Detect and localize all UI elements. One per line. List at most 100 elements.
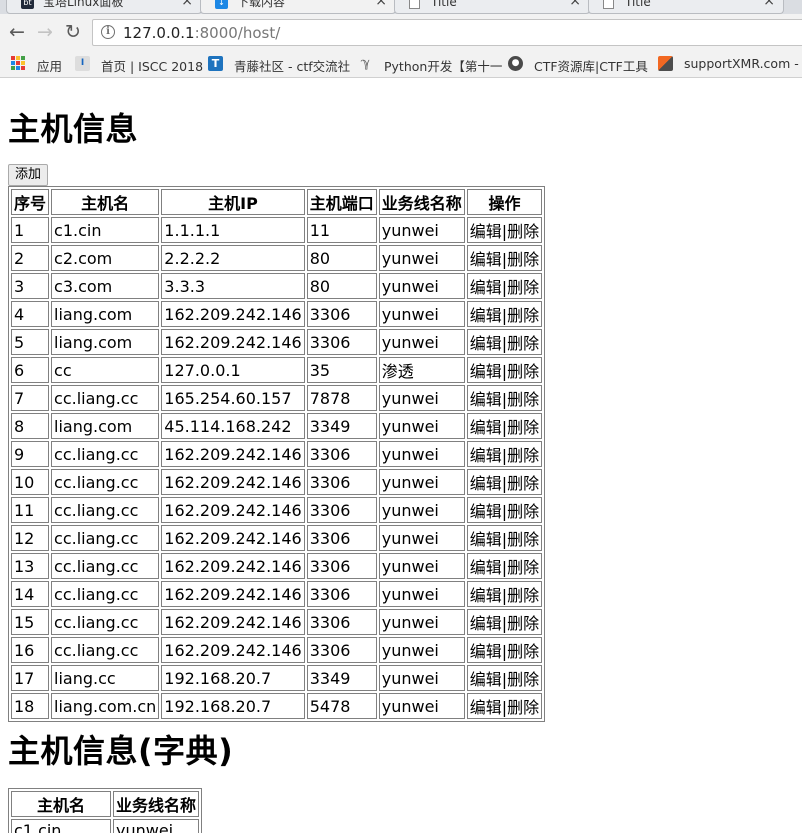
edit-link[interactable]: 编辑	[470, 614, 502, 633]
page-content: 主机信息 添加 序号 主机名 主机IP 主机端口 业务线名称 操作 1 c1.ci…	[0, 78, 802, 833]
cell-actions: 编辑|删除	[466, 469, 543, 495]
delete-link[interactable]: 删除	[507, 530, 539, 549]
cell-hostname: liang.com	[51, 413, 160, 439]
cell-index: 10	[11, 469, 50, 495]
edit-link[interactable]: 编辑	[470, 446, 502, 465]
delete-link[interactable]: 删除	[507, 418, 539, 437]
cell-host-port: 3306	[306, 469, 377, 495]
tab-title-1[interactable]: Title ×	[394, 0, 590, 14]
reload-icon[interactable]: ↻	[61, 20, 85, 44]
close-icon[interactable]: ×	[569, 0, 581, 8]
table-row: 3 c3.com 3.3.3 80 yunwei 编辑|删除	[11, 273, 543, 299]
cell-hostname: liang.com	[51, 301, 160, 327]
table-row: 14 cc.liang.cc 162.209.242.146 3306 yunwei 编辑…	[11, 581, 543, 607]
delete-link[interactable]: 删除	[507, 670, 539, 689]
cell-host-ip: 162.209.242.146	[161, 469, 305, 495]
table-row: 13 cc.liang.cc 162.209.242.146 3306 yunwei 编辑…	[11, 553, 543, 579]
browser-toolbar: ← → ↻ i 127.0.0.1:8000/host/	[0, 14, 802, 50]
edit-link[interactable]: 编辑	[470, 278, 502, 297]
cell-host-ip: 162.209.242.146	[161, 497, 305, 523]
cell-host-port: 5478	[306, 693, 377, 719]
edit-link[interactable]: 编辑	[470, 698, 502, 717]
delete-link[interactable]: 删除	[507, 698, 539, 717]
cell-host-port: 3306	[306, 497, 377, 523]
forward-arrow-icon[interactable]: →	[33, 20, 57, 44]
cell-actions: 编辑|删除	[466, 609, 543, 635]
delete-link[interactable]: 删除	[507, 642, 539, 661]
delete-link[interactable]: 删除	[507, 250, 539, 269]
back-arrow-icon[interactable]: ←	[5, 20, 29, 44]
cell-hostname: c1.cin	[51, 217, 160, 243]
address-bar[interactable]: i 127.0.0.1:8000/host/	[92, 19, 802, 46]
url-host: 127.0.0.1	[123, 24, 195, 42]
delete-link[interactable]: 删除	[507, 558, 539, 577]
delete-link[interactable]: 删除	[507, 614, 539, 633]
edit-link[interactable]: 编辑	[470, 250, 502, 269]
edit-link[interactable]: 编辑	[470, 306, 502, 325]
cell-index: 18	[11, 693, 50, 719]
tab-title: Title	[625, 0, 651, 9]
cell-host-port: 3306	[306, 609, 377, 635]
edit-link[interactable]: 编辑	[470, 418, 502, 437]
cell-index: 12	[11, 525, 50, 551]
info-icon[interactable]: i	[101, 25, 115, 39]
delete-link[interactable]: 删除	[507, 222, 539, 241]
cell-business-line: yunwei	[378, 441, 465, 467]
tab-title-2[interactable]: Title ×	[588, 0, 784, 14]
cell-index: 11	[11, 497, 50, 523]
edit-link[interactable]: 编辑	[470, 334, 502, 353]
cell-hostname: cc.liang.cc	[51, 609, 160, 635]
edit-link[interactable]: 编辑	[470, 642, 502, 661]
edit-link[interactable]: 编辑	[470, 558, 502, 577]
tab-bt-panel[interactable]: bt 宝塔Linux面板 ×	[6, 0, 202, 14]
delete-link[interactable]: 删除	[507, 278, 539, 297]
close-icon[interactable]: ×	[375, 0, 387, 8]
table-row: 5 liang.com 162.209.242.146 3306 yunwei 编辑|删除	[11, 329, 543, 355]
cell-hostname: cc.liang.cc	[51, 581, 160, 607]
cell-actions: 编辑|删除	[466, 329, 543, 355]
edit-link[interactable]: 编辑	[470, 502, 502, 521]
cell-index: 9	[11, 441, 50, 467]
url-path: :8000/host/	[194, 24, 281, 42]
cell-business-line: yunwei	[378, 301, 465, 327]
header-index: 序号	[11, 189, 50, 215]
edit-link[interactable]: 编辑	[470, 670, 502, 689]
tab-title: Title	[431, 0, 457, 9]
table-header-row: 序号 主机名 主机IP 主机端口 业务线名称 操作	[11, 189, 543, 215]
cell-host-port: 3306	[306, 441, 377, 467]
cell-host-ip: 162.209.242.146	[161, 525, 305, 551]
close-icon[interactable]: ×	[763, 0, 775, 8]
edit-link[interactable]: 编辑	[470, 222, 502, 241]
edit-link[interactable]: 编辑	[470, 390, 502, 409]
delete-link[interactable]: 删除	[507, 446, 539, 465]
cell-hostname: cc.liang.cc	[51, 385, 160, 411]
delete-link[interactable]: 删除	[507, 362, 539, 381]
dict-table-body: c1.cin yunwei	[11, 819, 200, 833]
delete-link[interactable]: 删除	[507, 390, 539, 409]
header-actions: 操作	[466, 189, 543, 215]
cell-host-ip: 2.2.2.2	[161, 245, 305, 271]
delete-link[interactable]: 删除	[507, 474, 539, 493]
table-row: 12 cc.liang.cc 162.209.242.146 3306 yunwei 编辑…	[11, 525, 543, 551]
delete-link[interactable]: 删除	[507, 334, 539, 353]
header-host-ip: 主机IP	[161, 189, 305, 215]
cell-business-line: yunwei	[378, 553, 465, 579]
edit-link[interactable]: 编辑	[470, 530, 502, 549]
cell-host-ip: 165.254.60.157	[161, 385, 305, 411]
cell-host-ip: 162.209.242.146	[161, 329, 305, 355]
tab-downloads[interactable]: ↓ 下载内容 ×	[200, 0, 396, 14]
delete-link[interactable]: 删除	[507, 586, 539, 605]
add-button[interactable]: 添加	[8, 164, 49, 186]
edit-link[interactable]: 编辑	[470, 362, 502, 381]
cell-host-ip: 192.168.20.7	[161, 665, 305, 691]
edit-link[interactable]: 编辑	[470, 474, 502, 493]
edit-link[interactable]: 编辑	[470, 586, 502, 605]
cell-actions: 编辑|删除	[466, 525, 543, 551]
delete-link[interactable]: 删除	[507, 502, 539, 521]
delete-link[interactable]: 删除	[507, 306, 539, 325]
cell-host-port: 80	[306, 273, 377, 299]
table-row: 10 cc.liang.cc 162.209.242.146 3306 yunwei 编辑…	[11, 469, 543, 495]
cell-hostname: c3.com	[51, 273, 160, 299]
close-icon[interactable]: ×	[181, 0, 193, 8]
cell-host-ip: 1.1.1.1	[161, 217, 305, 243]
